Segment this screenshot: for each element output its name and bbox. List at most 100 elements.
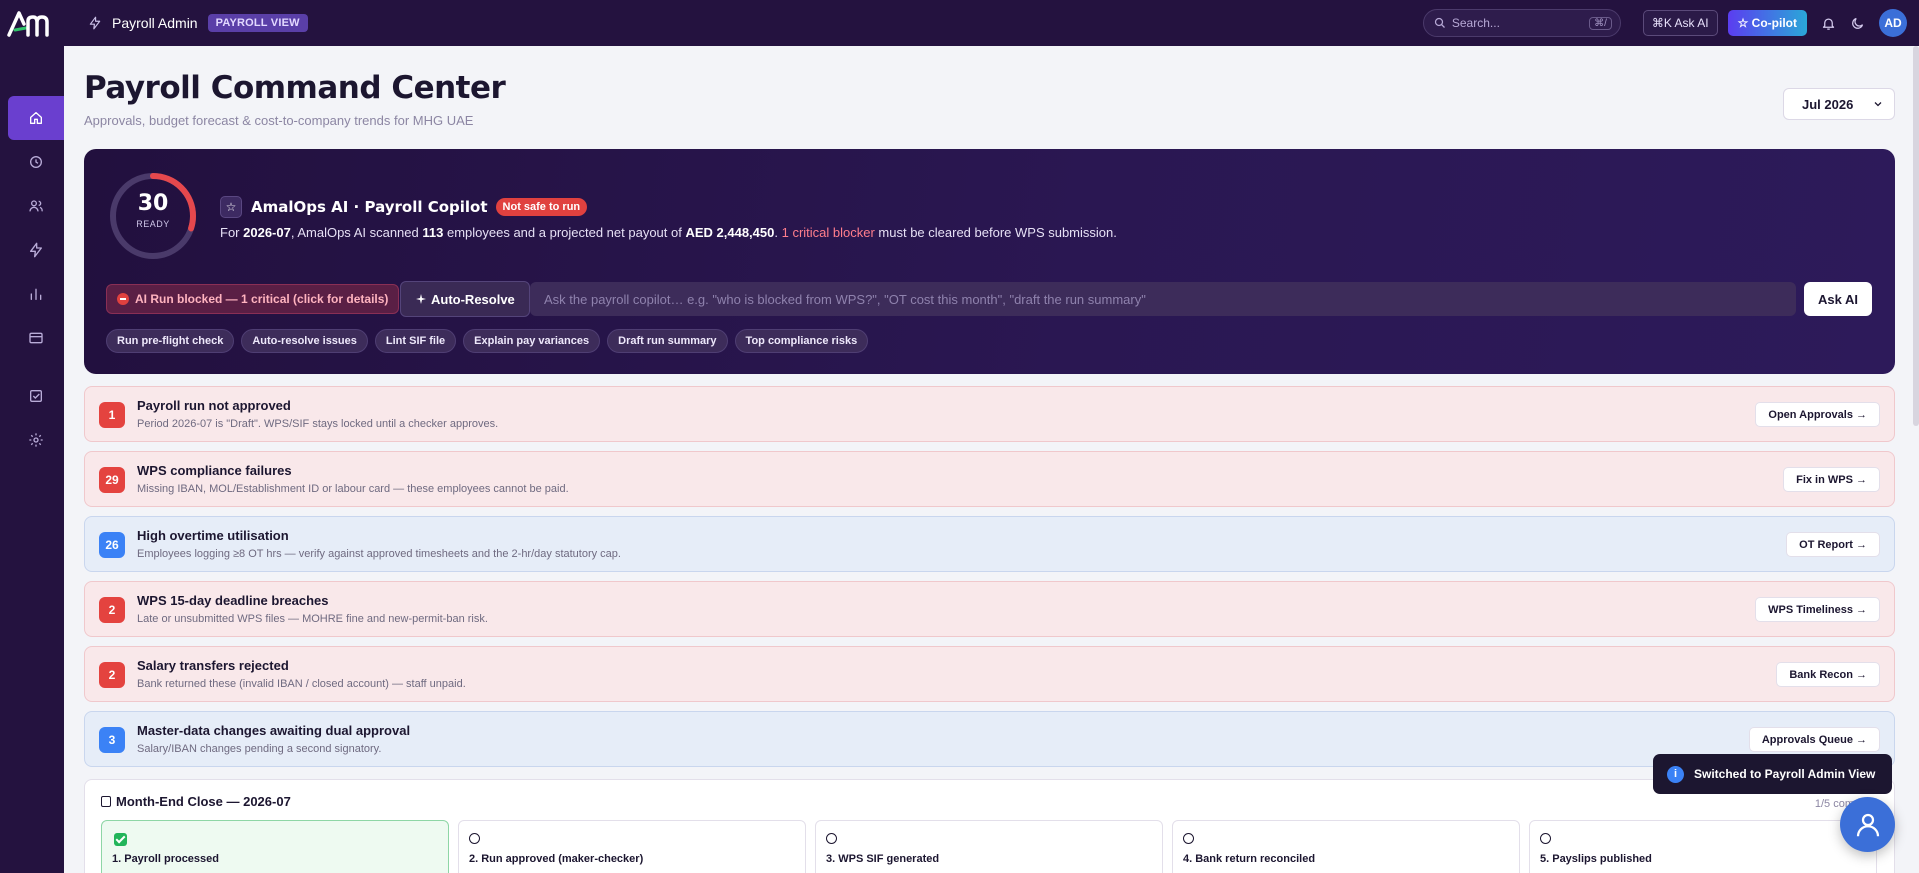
fix-in-wps-button[interactable]: Fix in WPS → — [1783, 467, 1880, 492]
alert-transfers-rejected: 2 Salary transfers rejected Bank returne… — [84, 646, 1895, 702]
sidebar-item-actions[interactable] — [8, 228, 64, 272]
copilot-ask-input[interactable]: Ask the payroll copilot… e.g. "who is bl… — [530, 282, 1796, 316]
alert-dual-approval: 3 Master-data changes awaiting dual appr… — [84, 711, 1895, 767]
step-wps-sif-generated[interactable]: 3. WPS SIF generated — [815, 820, 1163, 873]
bar-chart-icon — [30, 288, 42, 300]
page-scrollbar[interactable] — [1913, 46, 1919, 426]
credit-card-icon — [29, 332, 43, 344]
search-shortcut: ⌘/ — [1589, 16, 1612, 30]
sidebar-item-reports[interactable] — [8, 272, 64, 316]
ask-ai-button[interactable]: ⌘K Ask AI — [1642, 10, 1718, 36]
ask-ai-submit-button[interactable]: Ask AI — [1804, 282, 1872, 316]
auto-resolve-button[interactable]: Auto-Resolve — [400, 281, 530, 317]
app-title: Payroll Admin — [112, 15, 198, 31]
wps-timeliness-button[interactable]: WPS Timeliness → — [1755, 597, 1880, 622]
moon-icon[interactable] — [1850, 16, 1865, 31]
alert-description: Period 2026-07 is "Draft". WPS/SIF stays… — [137, 418, 499, 430]
ot-report-button[interactable]: OT Report → — [1786, 532, 1880, 557]
alert-run-not-approved: 1 Payroll run not approved Period 2026-0… — [84, 386, 1895, 442]
info-icon: i — [1667, 765, 1684, 783]
readiness-label: READY — [136, 219, 170, 229]
chip-auto-resolve[interactable]: Auto-resolve issues — [241, 329, 368, 353]
sidebar-item-settings[interactable] — [8, 418, 64, 462]
top-bar: Payroll Admin PAYROLL VIEW Search... ⌘/ … — [0, 0, 1919, 46]
copilot-button[interactable]: ☆ Co-pilot — [1727, 10, 1807, 36]
sparkle-icon — [416, 294, 426, 304]
chip-draft-summary[interactable]: Draft run summary — [607, 329, 728, 353]
alert-title: High overtime utilisation — [137, 528, 289, 543]
app-logo[interactable] — [0, 0, 64, 46]
sidebar-item-employees[interactable] — [8, 184, 64, 228]
sidebar-item-history[interactable] — [8, 140, 64, 184]
status-badge: Not safe to run — [495, 198, 588, 216]
alert-count: 1 — [99, 402, 125, 428]
alert-title: Master-data changes awaiting dual approv… — [137, 723, 411, 738]
lightning-icon — [88, 16, 102, 30]
search-icon — [1434, 17, 1445, 28]
step-run-approved[interactable]: 2. Run approved (maker-checker) — [458, 820, 806, 873]
bell-icon[interactable] — [1821, 16, 1836, 31]
search-input[interactable]: Search... ⌘/ — [1422, 9, 1621, 37]
avatar[interactable]: AD — [1879, 9, 1907, 37]
step-payslips-published[interactable]: 5. Payslips published — [1529, 820, 1877, 873]
circle-icon — [826, 833, 837, 844]
chip-lint-sif[interactable]: Lint SIF file — [374, 329, 457, 353]
page-subtitle: Approvals, budget forecast & cost-to-com… — [84, 113, 474, 128]
alert-high-overtime: 26 High overtime utilisation Employees l… — [84, 516, 1895, 572]
circle-icon — [1540, 833, 1551, 844]
month-select[interactable]: Jul 2026 — [1783, 88, 1895, 120]
alert-count: 29 — [99, 467, 125, 493]
users-icon — [29, 200, 43, 212]
alert-description: Salary/IBAN changes pending a second sig… — [137, 743, 382, 755]
check-square-icon — [30, 390, 42, 402]
circle-icon — [1183, 833, 1194, 844]
month-value: Jul 2026 — [1802, 96, 1854, 112]
sidebar-item-home[interactable] — [8, 96, 64, 140]
alert-wps-deadline: 2 WPS 15-day deadline breaches Late or u… — [84, 581, 1895, 637]
search-placeholder: Search... — [1451, 16, 1500, 30]
alert-description: Late or unsubmitted WPS files — MOHRE fi… — [137, 613, 488, 625]
sidebar — [0, 46, 64, 873]
chip-preflight[interactable]: Run pre-flight check — [106, 329, 235, 353]
clock-icon — [30, 156, 42, 168]
copilot-panel: 30 READY ☆ AmalOps AI · Payroll Copilot … — [84, 149, 1895, 374]
user-icon — [1856, 813, 1879, 836]
alert-description: Bank returned these (invalid IBAN / clos… — [137, 678, 466, 690]
alert-title: Salary transfers rejected — [137, 658, 289, 673]
page-title: Payroll Command Center — [84, 70, 506, 106]
approvals-queue-button[interactable]: Approvals Queue → — [1748, 727, 1880, 752]
alert-count: 2 — [99, 597, 125, 623]
chevron-down-icon — [1874, 102, 1882, 107]
bank-recon-button[interactable]: Bank Recon → — [1776, 662, 1880, 687]
chip-compliance-risks[interactable]: Top compliance risks — [734, 329, 869, 353]
alert-count: 3 — [99, 727, 125, 753]
step-payroll-processed[interactable]: 1. Payroll processed — [101, 820, 449, 873]
readiness-ring — [110, 173, 196, 259]
suggestion-chips: Run pre-flight check Auto-resolve issues… — [106, 329, 875, 353]
main-content: Payroll Command Center Approvals, budget… — [84, 46, 1895, 873]
circle-icon — [469, 833, 480, 844]
alert-description: Employees logging ≥8 OT hrs — verify aga… — [137, 548, 621, 560]
alert-count: 26 — [99, 532, 125, 558]
star-icon: ☆ — [220, 196, 242, 218]
blocked-icon — [117, 293, 129, 305]
alert-title: WPS compliance failures — [137, 463, 292, 478]
step-bank-return-reconciled[interactable]: 4. Bank return reconciled — [1172, 820, 1520, 873]
home-icon — [30, 112, 42, 124]
month-end-close-card: Month-End Close — 2026-07 1/5 com 1. Pay… — [84, 779, 1895, 873]
readiness-score: 30 — [137, 191, 169, 216]
gear-icon — [29, 433, 43, 447]
lightning-icon — [30, 242, 42, 258]
sidebar-item-payments[interactable] — [8, 316, 64, 360]
calendar-icon — [101, 796, 111, 807]
sidebar-item-tasks[interactable] — [8, 374, 64, 418]
run-blocked-button[interactable]: AI Run blocked — 1 critical (click for d… — [106, 284, 400, 314]
copilot-title: AmalOps AI · Payroll Copilot — [251, 198, 488, 216]
open-approvals-button[interactable]: Open Approvals → — [1755, 402, 1880, 427]
alert-wps-failures: 29 WPS compliance failures Missing IBAN,… — [84, 451, 1895, 507]
alert-count: 2 — [99, 662, 125, 688]
chat-assistant-button[interactable] — [1840, 797, 1895, 852]
copilot-summary: For 2026-07, AmalOps AI scanned 113 empl… — [220, 225, 1117, 240]
view-badge: PAYROLL VIEW — [207, 14, 308, 32]
chip-explain-variances[interactable]: Explain pay variances — [463, 329, 601, 353]
